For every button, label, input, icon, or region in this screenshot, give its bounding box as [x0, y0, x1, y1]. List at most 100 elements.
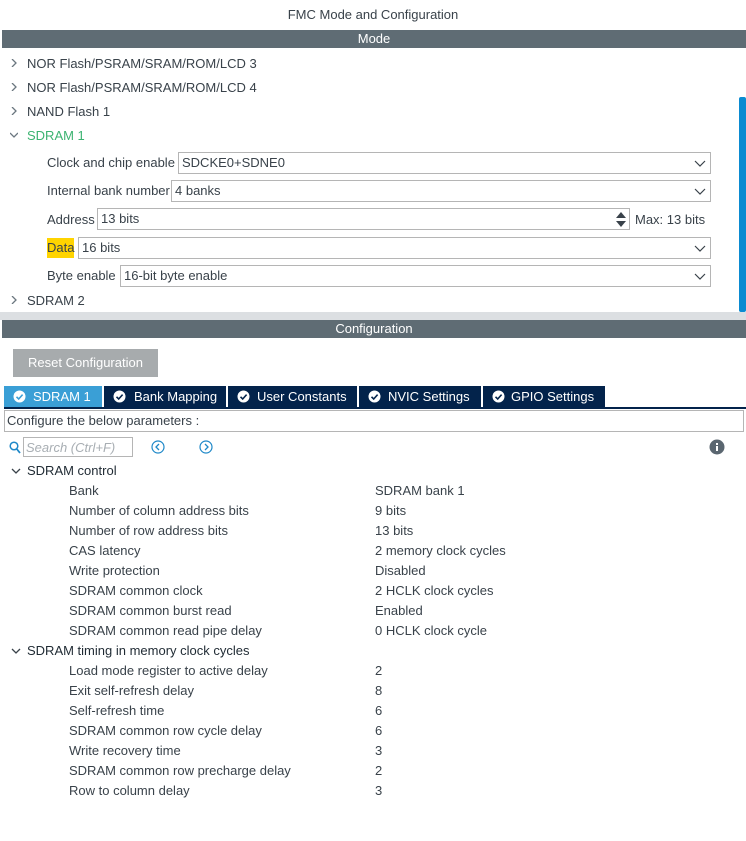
- group-label: SDRAM timing in memory clock cycles: [27, 643, 250, 658]
- chevron-right-icon[interactable]: [10, 83, 18, 91]
- arrow-left-circle-icon[interactable]: [151, 440, 165, 454]
- param-name: Write recovery time: [69, 743, 181, 758]
- chevron-down-icon[interactable]: [11, 648, 21, 655]
- param-value: Disabled: [375, 563, 426, 578]
- search-icon[interactable]: [9, 441, 21, 454]
- tree-item-label: NOR Flash/PSRAM/SRAM/ROM/LCD 3: [27, 56, 257, 71]
- group-label: SDRAM control: [27, 463, 117, 478]
- param-name: SDRAM common row precharge delay: [69, 763, 291, 778]
- param-value: Enabled: [375, 603, 423, 618]
- tree-item-nor-lcd4[interactable]: NOR Flash/PSRAM/SRAM/ROM/LCD 4: [0, 77, 736, 99]
- check-circle-icon: [237, 390, 250, 403]
- param-value: 6: [375, 703, 383, 718]
- param-value: 2: [375, 663, 383, 678]
- param-value: 3: [375, 783, 383, 798]
- param-value: 2 HCLK clock cycles: [375, 583, 494, 598]
- arrow-right-circle-icon[interactable]: [199, 440, 213, 454]
- table-row[interactable]: Number of row address bits 13 bits: [0, 521, 746, 541]
- group-sdram-timing[interactable]: SDRAM timing in memory clock cycles: [0, 641, 746, 661]
- tree-item-label: SDRAM 2: [27, 293, 85, 308]
- table-row[interactable]: SDRAM common burst read Enabled: [0, 601, 746, 621]
- tab-bank-mapping[interactable]: Bank Mapping: [104, 386, 226, 407]
- chevron-down-icon: [694, 188, 706, 195]
- table-row[interactable]: SDRAM common clock 2 HCLK clock cycles: [0, 581, 746, 601]
- mode-header: Mode: [2, 30, 746, 48]
- internal-bank-label: Internal bank number: [47, 183, 170, 198]
- tab-label: User Constants: [257, 389, 347, 404]
- param-value: 9 bits: [375, 503, 407, 518]
- data-width-value: 16 bits: [82, 240, 121, 255]
- chevron-right-icon[interactable]: [10, 296, 18, 304]
- table-row[interactable]: Bank SDRAM bank 1: [0, 481, 746, 501]
- param-value: SDRAM bank 1: [375, 483, 465, 498]
- reset-configuration-button[interactable]: Reset Configuration: [13, 349, 158, 377]
- tree-item-sdram2[interactable]: SDRAM 2: [0, 290, 736, 312]
- address-max-label: Max: 13 bits: [635, 212, 706, 227]
- table-row[interactable]: Write recovery time 3: [0, 741, 746, 761]
- tab-label: NVIC Settings: [388, 389, 470, 404]
- param-name: SDRAM common burst read: [69, 603, 232, 618]
- param-name: Load mode register to active delay: [69, 663, 268, 678]
- tree-item-sdram1[interactable]: SDRAM 1: [0, 125, 736, 147]
- param-name: Row to column delay: [69, 783, 190, 798]
- param-value: 8: [375, 683, 383, 698]
- spinner-arrows-icon[interactable]: [615, 210, 627, 228]
- table-row[interactable]: Exit self-refresh delay 8: [0, 681, 746, 701]
- param-value: 2: [375, 763, 383, 778]
- param-value: 0 HCLK clock cycle: [375, 623, 487, 638]
- tree-item-label: NOR Flash/PSRAM/SRAM/ROM/LCD 4: [27, 80, 257, 95]
- param-name: SDRAM common clock: [69, 583, 203, 598]
- param-value: 2 memory clock cycles: [375, 543, 506, 558]
- param-name: Write protection: [69, 563, 160, 578]
- chevron-down-icon[interactable]: [11, 468, 21, 475]
- tab-gpio-settings[interactable]: GPIO Settings: [483, 386, 605, 407]
- table-row[interactable]: Self-refresh time 6: [0, 701, 746, 721]
- chevron-right-icon[interactable]: [10, 107, 18, 115]
- mode-scrollbar-thumb[interactable]: [739, 97, 746, 312]
- table-row[interactable]: Load mode register to active delay 2: [0, 661, 746, 681]
- address-spinner[interactable]: 13 bits: [97, 208, 630, 230]
- data-width-select[interactable]: 16 bits: [78, 237, 711, 259]
- table-row[interactable]: Row to column delay 3: [0, 781, 746, 801]
- search-bar: [0, 437, 746, 459]
- internal-bank-select[interactable]: 4 banks: [171, 180, 711, 202]
- search-input[interactable]: [23, 437, 133, 457]
- chevron-down-icon: [694, 273, 706, 280]
- clock-chip-enable-value: SDCKE0+SDNE0: [182, 155, 285, 170]
- chevron-down-icon: [694, 245, 706, 252]
- window-title: FMC Mode and Configuration: [0, 0, 746, 30]
- chevron-down-icon[interactable]: [10, 131, 18, 139]
- tab-label: SDRAM 1: [33, 389, 91, 404]
- tree-item-nand-flash1[interactable]: NAND Flash 1: [0, 101, 736, 123]
- panel-splitter[interactable]: [0, 312, 746, 320]
- table-row[interactable]: SDRAM common row cycle delay 6: [0, 721, 746, 741]
- table-row[interactable]: SDRAM common read pipe delay 0 HCLK clock…: [0, 621, 746, 641]
- table-row[interactable]: SDRAM common row precharge delay 2: [0, 761, 746, 781]
- table-row[interactable]: CAS latency 2 memory clock cycles: [0, 541, 746, 561]
- configuration-header: Configuration: [2, 320, 746, 338]
- param-name: Number of row address bits: [69, 523, 228, 538]
- chevron-right-icon[interactable]: [10, 59, 18, 67]
- address-label: Address: [47, 212, 95, 227]
- byte-enable-select[interactable]: 16-bit byte enable: [120, 265, 711, 287]
- tab-nvic-settings[interactable]: NVIC Settings: [359, 386, 481, 407]
- tab-user-constants[interactable]: User Constants: [228, 386, 357, 407]
- param-name: Number of column address bits: [69, 503, 249, 518]
- config-tabs: SDRAM 1 Bank Mapping User Constants NVIC…: [4, 386, 746, 407]
- byte-enable-value: 16-bit byte enable: [124, 268, 228, 283]
- check-circle-icon: [13, 390, 26, 403]
- table-row[interactable]: Number of column address bits 9 bits: [0, 501, 746, 521]
- param-name: Exit self-refresh delay: [69, 683, 194, 698]
- check-circle-icon: [113, 390, 126, 403]
- clock-chip-enable-select[interactable]: SDCKE0+SDNE0: [178, 152, 711, 174]
- group-sdram-control[interactable]: SDRAM control: [0, 461, 746, 481]
- table-row[interactable]: Write protection Disabled: [0, 561, 746, 581]
- info-icon[interactable]: [709, 439, 725, 455]
- tab-sdram1[interactable]: SDRAM 1: [4, 386, 102, 407]
- data-label: Data: [47, 238, 75, 258]
- tree-item-label: NAND Flash 1: [27, 104, 111, 119]
- parameters-description: Configure the below parameters :: [4, 410, 744, 432]
- param-value: 6: [375, 723, 383, 738]
- param-name: CAS latency: [69, 543, 141, 558]
- tree-item-nor-lcd3[interactable]: NOR Flash/PSRAM/SRAM/ROM/LCD 3: [0, 53, 736, 75]
